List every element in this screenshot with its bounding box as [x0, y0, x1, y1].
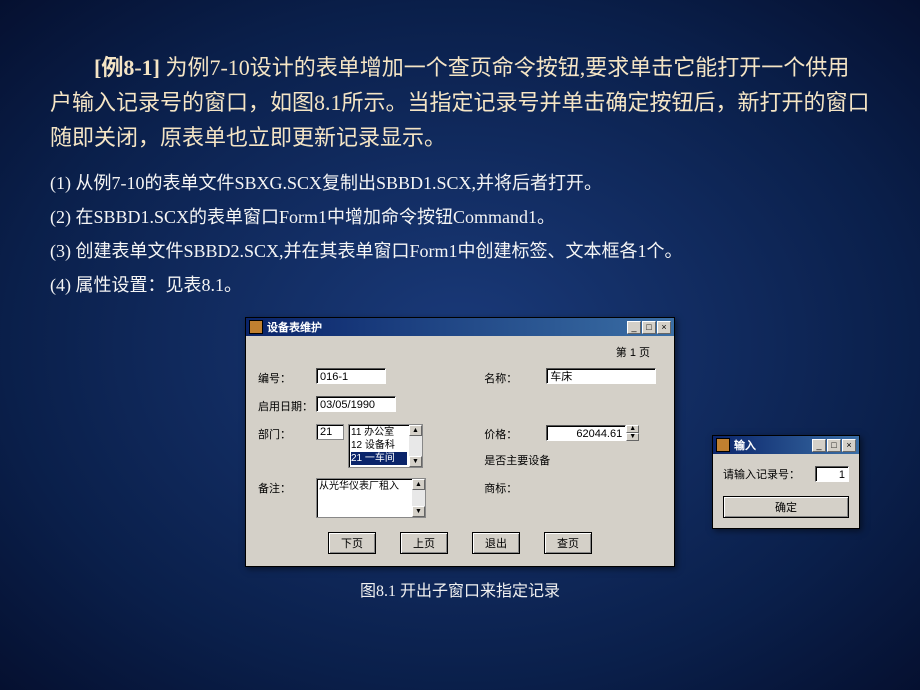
dept-row-2[interactable]: 12 设备科 — [351, 439, 407, 452]
main-form-window: 设备表维护 _ □ × 第 1 页 编号： 016-1 名称： 车床 — [245, 317, 675, 567]
field-qiyong[interactable]: 03/05/1990 — [316, 396, 396, 412]
label-shangbiao: 商标： — [484, 478, 546, 496]
main-titlebar[interactable]: 设备表维护 _ □ × — [246, 318, 674, 336]
next-button[interactable]: 下页 — [328, 532, 376, 554]
example-title: [例8-1] — [94, 55, 160, 80]
dept-row-1[interactable]: 11 办公室 — [351, 426, 407, 439]
label-beizhu: 备注： — [258, 478, 316, 496]
fox-icon — [249, 320, 263, 334]
scroll-down-icon[interactable]: ▼ — [409, 456, 422, 467]
close-icon[interactable]: × — [657, 321, 671, 334]
label-jiage: 价格： — [484, 424, 546, 442]
main-title: 设备表维护 — [267, 319, 627, 335]
ok-button[interactable]: 确定 — [723, 496, 849, 518]
memo-content: 从光华仪表厂租入 — [317, 479, 412, 517]
input-prompt: 请输入记录号： — [723, 466, 815, 482]
input-titlebar[interactable]: 输入 _ □ × — [713, 436, 859, 454]
record-number-field[interactable]: 1 — [815, 466, 849, 482]
exit-button[interactable]: 退出 — [472, 532, 520, 554]
spinner-up-icon[interactable]: ▲ — [626, 425, 639, 433]
label-qiyong: 启用日期： — [258, 396, 316, 414]
step-4: (4) 属性设置：见表8.1。 — [50, 268, 870, 302]
example-body: 为例7-10设计的表单增加一个查页命令按钮,要求单击它能打开一个供用户输入记录号… — [50, 55, 870, 150]
memo-scroll-up-icon[interactable]: ▲ — [412, 479, 425, 490]
field-bumen[interactable]: 21 — [316, 424, 344, 440]
step-2: (2) 在SBBD1.SCX的表单窗口Form1中增加命令按钮Command1。 — [50, 200, 870, 234]
dept-listbox[interactable]: 11 办公室 12 设备科 21 一车间 ▲ ▼ — [348, 424, 423, 468]
prev-button[interactable]: 上页 — [400, 532, 448, 554]
page-indicator: 第 1 页 — [258, 344, 662, 360]
fox-icon — [716, 438, 730, 452]
figure-caption: 图8.1 开出子窗口来指定记录 — [50, 577, 870, 601]
step-1: (1) 从例7-10的表单文件SBXG.SCX复制出SBBD1.SCX,并将后者… — [50, 166, 870, 200]
input-dialog-window: 输入 _ □ × 请输入记录号： 1 确定 — [712, 435, 860, 529]
label-bumen: 部门： — [258, 424, 316, 442]
step-3: (3) 创建表单文件SBBD2.SCX,并在其表单窗口Form1中创建标签、文本… — [50, 234, 870, 268]
field-beizhu[interactable]: 从光华仪表厂租入 ▲ ▼ — [316, 478, 426, 518]
label-mingcheng: 名称： — [484, 368, 546, 386]
figure-area: 设备表维护 _ □ × 第 1 页 编号： 016-1 名称： 车床 — [50, 317, 870, 567]
field-bianhao[interactable]: 016-1 — [316, 368, 386, 384]
example-paragraph: [例8-1] 为例7-10设计的表单增加一个查页命令按钮,要求单击它能打开一个供… — [50, 50, 870, 156]
minimize-icon[interactable]: _ — [812, 439, 826, 452]
field-jiage[interactable]: 62044.61 — [546, 425, 626, 441]
label-zhuyao: 是否主要设备 — [484, 450, 550, 468]
memo-scroll-down-icon[interactable]: ▼ — [412, 506, 425, 517]
maximize-icon[interactable]: □ — [827, 439, 841, 452]
spinner-down-icon[interactable]: ▼ — [626, 433, 639, 441]
minimize-icon[interactable]: _ — [627, 321, 641, 334]
dept-row-3[interactable]: 21 一车间 — [351, 452, 407, 465]
maximize-icon[interactable]: □ — [642, 321, 656, 334]
scroll-up-icon[interactable]: ▲ — [409, 425, 422, 436]
memo-scrollbar[interactable]: ▲ ▼ — [412, 479, 425, 517]
input-title: 输入 — [734, 437, 812, 453]
label-bianhao: 编号： — [258, 368, 316, 386]
close-icon[interactable]: × — [842, 439, 856, 452]
find-button[interactable]: 查页 — [544, 532, 592, 554]
field-mingcheng[interactable]: 车床 — [546, 368, 656, 384]
dept-scrollbar[interactable]: ▲ ▼ — [409, 425, 422, 467]
